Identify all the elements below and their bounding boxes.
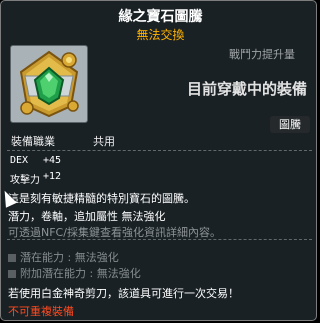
- combat-power-label: 戰鬥力提升量: [229, 48, 295, 61]
- potential-row: 潛在能力 : 無法強化: [8, 249, 119, 265]
- item-tooltip: 緣之寶石圖騰 無法交換 戰鬥力提升量 目前穿戴中的裝備 裝備職業 共用 圖騰 D…: [0, 0, 317, 321]
- upgrade-info-hint: 可透過NFC/採集鍵查看強化資訊詳細內容。: [8, 226, 221, 239]
- stat-value: +45: [43, 155, 62, 166]
- stat-name: DEX: [10, 155, 29, 166]
- additional-potential-row: 附加潛在能力 : 無法強化: [8, 265, 141, 281]
- divider: [7, 150, 312, 151]
- stat-value: +12: [43, 171, 62, 182]
- reequip-warning: 不可重複裝備: [8, 305, 74, 318]
- trade-status: 無法交換: [136, 28, 185, 42]
- category-badge: 圖騰: [270, 116, 310, 133]
- upgrade-restrictions: 潛力，卷軸，追加屬性 無法強化: [8, 210, 166, 223]
- item-icon-frame: [10, 45, 88, 123]
- job-value: 共用: [93, 135, 115, 148]
- item-name: 緣之寶石圖騰: [118, 9, 203, 25]
- divider: [7, 239, 312, 240]
- emerald-totem-icon: [19, 50, 79, 118]
- item-description: 這是刻有敏捷精髓的特別寶石的圖騰。: [8, 192, 195, 205]
- equipped-title: 目前穿戴中的裝備: [187, 80, 308, 98]
- stat-name: 攻擊力: [10, 175, 40, 186]
- additional-potential-label: 附加潛在能力 : 無法強化: [20, 267, 141, 280]
- job-label: 裝備職業: [11, 135, 55, 148]
- locked-square-icon: [8, 270, 16, 278]
- locked-square-icon: [8, 254, 16, 262]
- scissors-note: 若使用白金神奇剪刀，該道具可進行一次交易！: [8, 287, 239, 300]
- potential-label: 潛在能力 : 無法強化: [20, 251, 119, 264]
